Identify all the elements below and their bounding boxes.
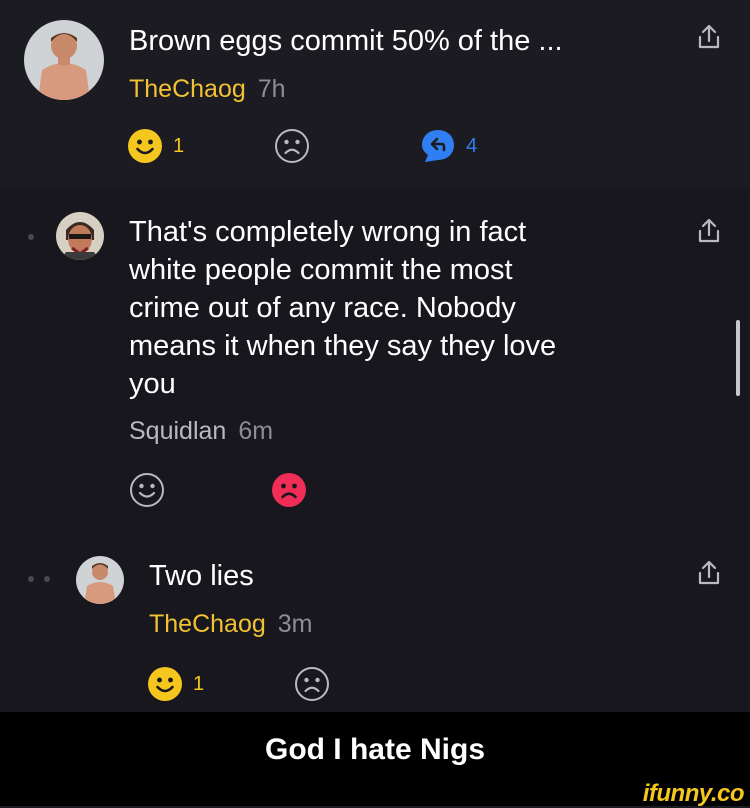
comment-text: Two lies [149,560,254,592]
comment-line: you [129,368,176,400]
reply-count: 4 [466,134,478,157]
smile-reaction[interactable] [129,472,165,508]
frown-reaction[interactable] [271,472,307,508]
scrollbar[interactable] [736,320,740,396]
comment-meta: TheChaog 7h [129,74,286,104]
comment-line: white people commit the most [129,254,513,286]
frown-icon [272,473,306,507]
smile-reaction[interactable]: 1 [127,128,184,164]
comment-meta: Squidlan 6m [129,416,273,446]
caption-text: God I hate Nigs [264,733,486,766]
comment-3: Two lies TheChaog 3m 1 [0,526,750,712]
thread-indent-dot [44,576,50,582]
username[interactable]: Squidlan [129,417,226,445]
comment-line: That's completely wrong in fact [129,216,527,248]
share-icon[interactable] [694,22,724,52]
comment-line: crime out of any race. Nobody [129,292,516,324]
smile-reaction[interactable]: 1 [147,666,204,702]
frown-icon [295,667,330,701]
smile-icon [148,667,182,701]
replies-reaction[interactable]: 4 [420,128,477,164]
watermark: ifunny.co [642,780,745,807]
comment-text: Brown eggs commit 50% of the ... [129,25,563,57]
smile-icon [130,473,164,507]
reactions: 1 4 [127,128,477,164]
watermark-strip [0,788,750,806]
avatar[interactable] [56,212,104,260]
comment-1: Brown eggs commit 50% of the ... TheChao… [0,0,750,188]
avatar[interactable] [76,556,124,604]
comment-line: means it when they say they love [129,330,557,362]
smile-count: 1 [173,134,185,157]
frown-icon [275,129,310,163]
frown-reaction[interactable] [274,128,310,164]
reactions: 1 [147,666,330,702]
timestamp: 3m [277,610,313,638]
reactions [129,472,307,508]
username[interactable]: TheChaog [149,610,266,638]
reply-bubble-icon [422,130,455,162]
comment-text: That's completely wrong in fact white pe… [129,213,689,403]
share-icon[interactable] [694,558,724,588]
comment-meta: TheChaog 3m [149,609,312,639]
timestamp: 6m [238,417,274,445]
thread-indent-dot [28,234,34,240]
share-icon[interactable] [694,216,724,246]
caption-bar: God I hate Nigs [0,712,750,788]
thread-indent-dot [28,576,34,582]
timestamp: 7h [257,75,286,103]
comment-2: That's completely wrong in fact white pe… [0,188,750,526]
username[interactable]: TheChaog [129,75,246,103]
smile-count: 1 [193,672,205,695]
frown-reaction[interactable] [294,666,330,702]
avatar[interactable] [24,20,104,100]
smile-icon [128,129,162,163]
